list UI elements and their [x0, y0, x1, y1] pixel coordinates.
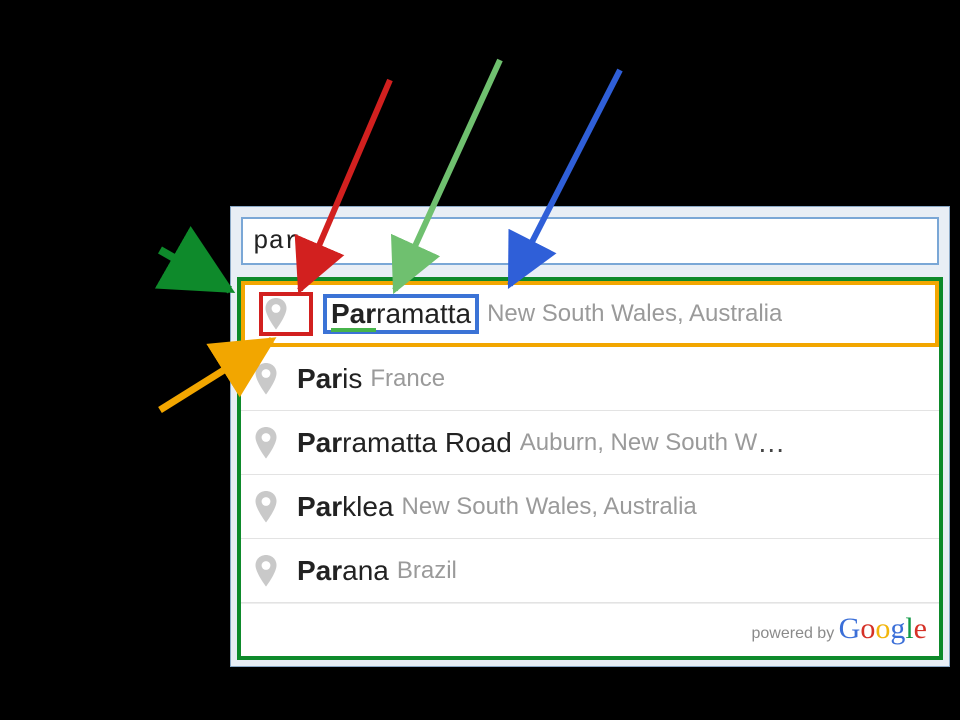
google-logo-letter: o	[860, 612, 875, 645]
suggestion-item[interactable]: Parramatta Road Auburn, New South W …	[241, 411, 939, 475]
map-pin-icon	[265, 298, 287, 330]
google-logo-letter: g	[890, 612, 905, 645]
suggestion-main-rest: is	[342, 363, 362, 395]
suggestion-main-rest: ana	[342, 555, 389, 587]
annotation-arrow-darkgreen	[160, 250, 230, 290]
suggestion-main-rest: ramatta	[376, 298, 471, 330]
google-logo-letter: e	[914, 612, 927, 645]
suggestion-secondary: New South Wales, Australia	[487, 300, 782, 328]
suggestions-container-highlight: Parramatta New South Wales, Australia Pa…	[237, 277, 943, 660]
suggestion-main-prefix: Par	[297, 491, 342, 523]
suggestion-secondary: Brazil	[397, 557, 457, 585]
attribution-footer: powered by Google	[241, 603, 939, 656]
suggestion-main-rest: klea	[342, 491, 393, 523]
suggestion-item[interactable]: Parramatta New South Wales, Australia	[241, 281, 939, 347]
suggestion-item[interactable]: Parana Brazil	[241, 539, 939, 603]
map-pin-icon	[255, 363, 277, 395]
suggestions-list: Parramatta New South Wales, Australia Pa…	[241, 281, 939, 656]
suggestion-secondary: France	[370, 365, 445, 393]
suggestion-icon-highlight	[259, 292, 313, 336]
overflow-ellipsis: …	[757, 427, 785, 459]
query-match-underline: Par	[331, 300, 376, 332]
suggestion-main-rest: ramatta Road	[342, 427, 512, 459]
google-logo: Google	[839, 612, 927, 645]
search-field-wrap	[237, 213, 943, 277]
map-pin-icon	[255, 491, 277, 523]
google-logo-letter: o	[875, 612, 890, 645]
suggestion-main-prefix: Par	[297, 555, 342, 587]
matched-term-highlight: Parramatta	[323, 294, 479, 334]
map-pin-icon	[255, 555, 277, 587]
suggestion-secondary: Auburn, New South W	[520, 429, 757, 457]
suggestion-item[interactable]: Paris France	[241, 347, 939, 411]
attribution-prefix: powered by	[751, 625, 838, 642]
search-input[interactable]	[241, 217, 939, 265]
suggestion-secondary: New South Wales, Australia	[402, 493, 697, 521]
suggestion-main-prefix: Par	[297, 363, 342, 395]
suggestion-item[interactable]: Parklea New South Wales, Australia	[241, 475, 939, 539]
suggestion-main-prefix: Par	[297, 427, 342, 459]
google-logo-letter: G	[839, 612, 861, 645]
map-pin-icon	[255, 427, 277, 459]
google-logo-letter: l	[905, 612, 913, 645]
autocomplete-panel: Parramatta New South Wales, Australia Pa…	[230, 206, 950, 667]
